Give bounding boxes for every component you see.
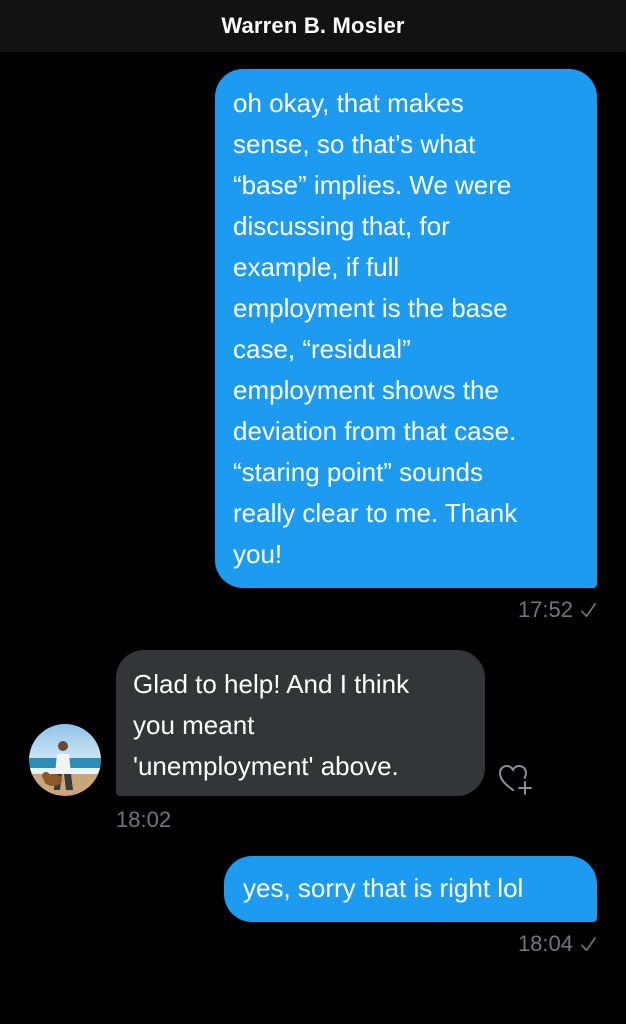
contact-avatar[interactable] xyxy=(29,724,101,796)
message-timestamp: 18:02 xyxy=(116,807,172,832)
message-bubble-incoming[interactable]: Glad to help! And I think you meant 'une… xyxy=(116,650,485,796)
message-meta: 18:04 xyxy=(518,931,598,957)
message-meta: 17:52 xyxy=(518,597,598,623)
avatar-photo xyxy=(29,724,101,796)
message-bubble-outgoing[interactable]: oh okay, that makes sense, so that’s wha… xyxy=(215,69,597,588)
sent-check-icon xyxy=(580,602,597,617)
conversation-header: Warren B. Mosler xyxy=(0,0,626,52)
contact-name[interactable]: Warren B. Mosler xyxy=(221,13,404,39)
message-timestamp: 18:04 xyxy=(517,931,573,956)
message-meta: 18:02 xyxy=(116,807,171,833)
message-timestamp: 17:52 xyxy=(517,597,573,622)
message-bubble-outgoing[interactable]: yes, sorry that is right lol xyxy=(224,856,597,922)
add-reaction-heart-icon[interactable] xyxy=(497,762,535,796)
sent-check-icon xyxy=(580,936,597,951)
